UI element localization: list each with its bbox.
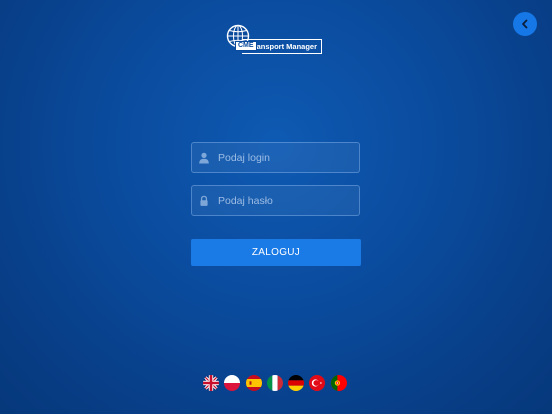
password-field[interactable]: [191, 185, 360, 216]
login-input[interactable]: [216, 143, 359, 172]
user-icon: [192, 152, 216, 164]
chevron-left-icon: [520, 19, 530, 29]
login-button[interactable]: ZALOGUJ: [191, 239, 361, 266]
lock-icon: [192, 195, 216, 207]
password-input[interactable]: [216, 186, 359, 215]
flag-spanish-icon[interactable]: [245, 375, 262, 391]
flag-english-icon[interactable]: [203, 375, 219, 391]
app-logo: Transport Manager CME: [226, 24, 326, 57]
logo-product-name: Transport Manager: [249, 42, 317, 51]
flag-turkish-icon[interactable]: [309, 375, 326, 391]
back-button[interactable]: [513, 12, 537, 36]
flag-german-icon[interactable]: [288, 375, 305, 391]
flag-italian-icon[interactable]: [266, 375, 283, 391]
flag-polish-icon[interactable]: [224, 375, 241, 391]
flag-portuguese-icon[interactable]: [330, 375, 347, 391]
logo-badge: CME: [235, 41, 257, 51]
login-field[interactable]: [191, 142, 360, 173]
language-selector: [203, 375, 347, 391]
